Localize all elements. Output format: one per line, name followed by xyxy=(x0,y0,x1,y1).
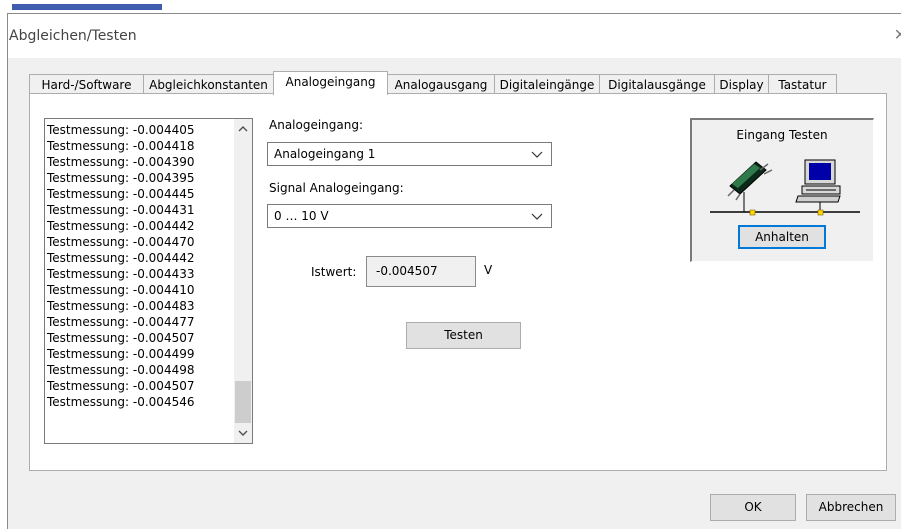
list-item[interactable]: Testmessung: -0.004390 xyxy=(47,155,194,171)
chevron-down-icon xyxy=(531,146,543,162)
list-item[interactable]: Testmessung: -0.004410 xyxy=(47,283,194,299)
eingang-testen-panel: Eingang Testen Anhalten xyxy=(690,118,874,262)
tab-analogausgang[interactable]: Analogausgang xyxy=(387,74,495,94)
window-title: Abgleichen/Testen xyxy=(9,28,137,44)
list-item[interactable]: Testmessung: -0.004470 xyxy=(47,235,194,251)
chevron-down-icon xyxy=(531,208,543,224)
tab-panel-analogeingang: Testmessung: -0.004405 Testmessung: -0.0… xyxy=(29,93,887,471)
chip-icon xyxy=(727,161,773,212)
istwert-value: -0.004507 xyxy=(376,264,438,278)
dialog-window: Abgleichen/Testen × Hard-/Software Abgle… xyxy=(7,13,901,529)
list-item[interactable]: Testmessung: -0.004483 xyxy=(47,299,194,315)
tab-analogeingang[interactable]: Analogeingang xyxy=(273,71,388,95)
measurement-log-list[interactable]: Testmessung: -0.004405 Testmessung: -0.0… xyxy=(44,118,253,444)
analog-input-select[interactable]: Analogeingang 1 xyxy=(267,142,552,166)
list-item[interactable]: Testmessung: -0.004477 xyxy=(47,315,194,331)
tab-tastatur[interactable]: Tastatur xyxy=(768,74,837,94)
close-icon[interactable]: × xyxy=(894,24,901,47)
istwert-readout: -0.004507 xyxy=(366,256,476,287)
list-item[interactable]: Testmessung: -0.004431 xyxy=(47,203,194,219)
list-item[interactable]: Testmessung: -0.004546 xyxy=(47,395,194,411)
signal-select[interactable]: 0 … 10 V xyxy=(267,204,552,228)
log-scrollbar[interactable] xyxy=(234,119,252,443)
list-item[interactable]: Testmessung: -0.004395 xyxy=(47,171,194,187)
istwert-unit: V xyxy=(484,263,493,277)
istwert-label: Istwert: xyxy=(311,265,357,279)
tab-abgleichkonstanten[interactable]: Abgleichkonstanten xyxy=(143,74,274,94)
signal-label: Signal Analogeingang: xyxy=(269,181,404,195)
eingang-testen-title: Eingang Testen xyxy=(736,128,828,142)
background-logo xyxy=(12,4,162,10)
tab-hard-software[interactable]: Hard-/Software xyxy=(29,74,144,94)
analog-input-value: Analogeingang 1 xyxy=(274,147,376,161)
list-item[interactable]: Testmessung: -0.004507 xyxy=(47,379,194,395)
list-item[interactable]: Testmessung: -0.004405 xyxy=(47,123,194,139)
list-item[interactable]: Testmessung: -0.004498 xyxy=(47,363,194,379)
list-item[interactable]: Testmessung: -0.004445 xyxy=(47,187,194,203)
cancel-button[interactable]: Abbrechen xyxy=(806,494,896,521)
analog-input-label: Analogeingang: xyxy=(269,118,364,132)
background-window-strip xyxy=(0,0,901,13)
list-item[interactable]: Testmessung: -0.004442 xyxy=(47,219,194,235)
title-bar: Abgleichen/Testen × xyxy=(8,14,901,58)
anhalten-button[interactable]: Anhalten xyxy=(738,225,826,249)
computer-icon xyxy=(795,159,841,212)
chevron-up-icon[interactable] xyxy=(234,119,252,137)
ok-button[interactable]: OK xyxy=(710,494,796,521)
list-item[interactable]: Testmessung: -0.004499 xyxy=(47,347,194,363)
test-button[interactable]: Testen xyxy=(406,322,521,349)
list-item[interactable]: Testmessung: -0.004507 xyxy=(47,331,194,347)
list-item[interactable]: Testmessung: -0.004433 xyxy=(47,267,194,283)
tab-digitalausgaenge[interactable]: Digitalausgänge xyxy=(599,74,715,94)
signal-value: 0 … 10 V xyxy=(274,209,329,223)
list-item[interactable]: Testmessung: -0.004442 xyxy=(47,251,194,267)
tab-digitaleingaenge[interactable]: Digitaleingänge xyxy=(494,74,600,94)
network-diagram-icon xyxy=(710,159,860,216)
tab-display[interactable]: Display xyxy=(714,74,769,94)
chevron-down-icon[interactable] xyxy=(234,425,252,443)
scroll-thumb[interactable] xyxy=(235,381,251,423)
list-item[interactable]: Testmessung: -0.004418 xyxy=(47,139,194,155)
